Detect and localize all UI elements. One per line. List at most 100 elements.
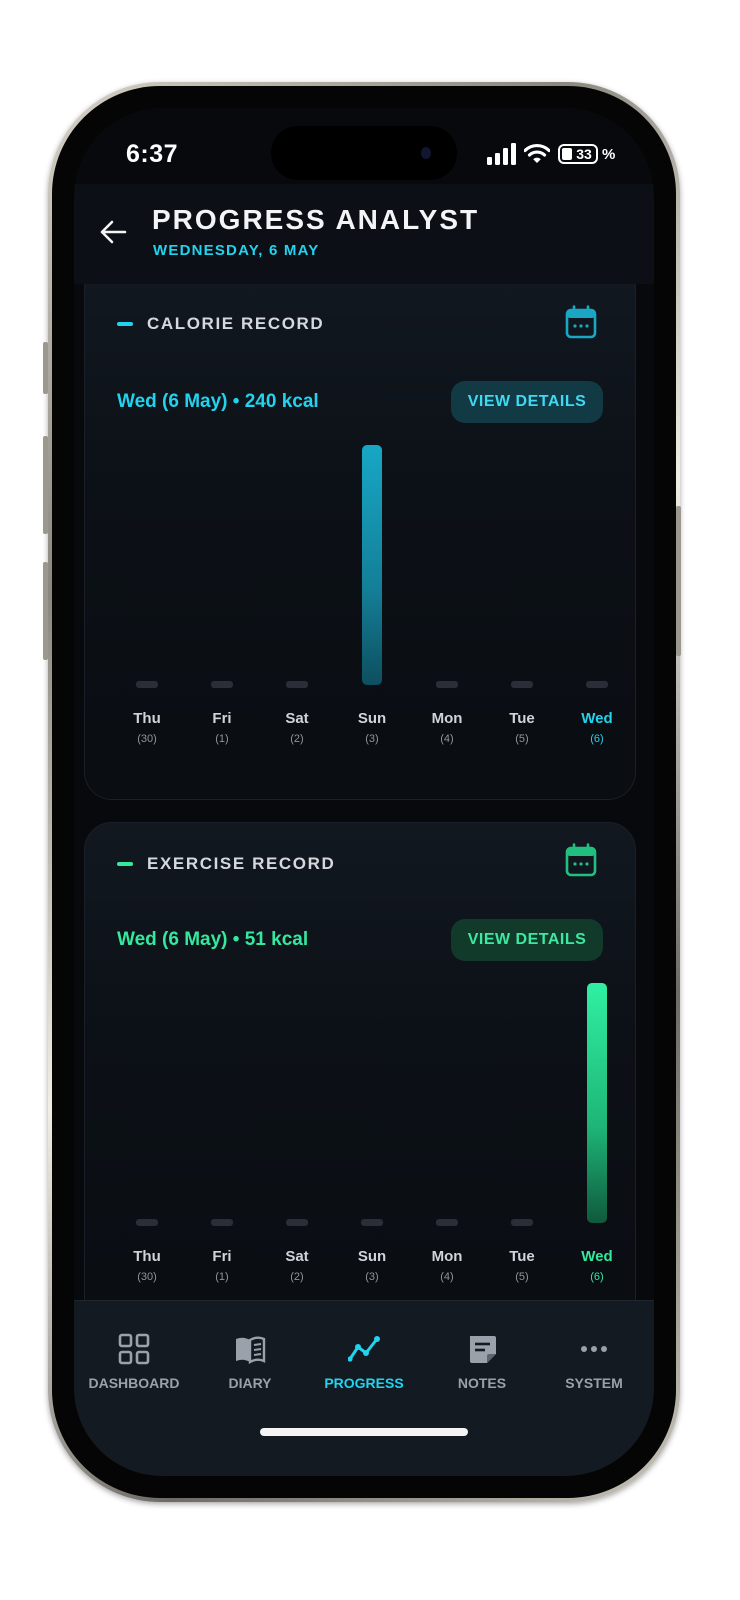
bar-column[interactable]: Wed (6) — [562, 983, 632, 1300]
section-dash — [117, 862, 133, 866]
arrow-left-icon — [100, 220, 127, 244]
exercise-chart: Thu (30) Fri (1) Sat (2) Sun (3) Mon (4) Tue (5) Wed… — [85, 983, 637, 1300]
day-label: Sun — [357, 1248, 387, 1265]
chart-bar-empty — [586, 681, 608, 688]
bar-column[interactable]: Mon (4) — [412, 983, 482, 1300]
dynamic-island — [271, 126, 457, 180]
nav-item-dashboard[interactable]: DASHBOARD — [76, 1325, 192, 1395]
nav-label-dashboard: DASHBOARD — [88, 1375, 180, 1391]
power-button — [676, 506, 681, 656]
signal-icon — [487, 143, 516, 165]
calorie-card: CALORIE RECORD Wed (6 May) • 240 kcal VI… — [84, 284, 636, 800]
nav-item-system[interactable]: SYSTEM — [536, 1325, 652, 1395]
bar-column[interactable]: Sun (3) — [337, 445, 407, 765]
date-label: (3) — [365, 733, 379, 745]
calorie-view-details-button[interactable]: VIEW DETAILS — [451, 381, 603, 423]
chart-bar-empty — [436, 681, 458, 688]
date-label: (30) — [137, 1271, 157, 1283]
date-label: (3) — [365, 1271, 379, 1283]
exercise-card-title: EXERCISE RECORD — [147, 854, 336, 873]
bar-column[interactable]: Wed (6) — [562, 445, 632, 765]
calorie-card-header: CALORIE RECORD — [117, 311, 324, 337]
exercise-card: EXERCISE RECORD Wed (6 May) • 51 kcal VI… — [84, 822, 636, 1300]
nav-label-notes: NOTES — [457, 1375, 507, 1391]
day-label: Fri — [212, 710, 232, 727]
date-label: (6) — [590, 1271, 604, 1283]
bar-column[interactable]: Fri (1) — [187, 445, 257, 765]
chart-bar-empty — [211, 681, 233, 688]
exercise-summary: Wed (6 May) • 51 kcal — [117, 929, 309, 950]
nav-item-progress[interactable]: PROGRESS — [306, 1325, 422, 1395]
battery-icon: 33 — [558, 144, 598, 164]
page-subtitle: WEDNESDAY, 6 MAY — [153, 242, 320, 259]
chart-bar-empty — [511, 681, 533, 688]
bar-column[interactable]: Sun (3) — [337, 983, 407, 1300]
day-label: Sat — [285, 1248, 309, 1265]
status-icons: 33 % — [486, 141, 615, 167]
day-label: Wed — [581, 1248, 613, 1265]
day-label: Sat — [285, 710, 309, 727]
date-label: (30) — [137, 733, 157, 745]
trend-icon — [348, 1336, 380, 1362]
volume-down-button — [43, 562, 48, 660]
day-label: Mon — [431, 710, 463, 727]
date-label: (5) — [515, 733, 529, 745]
bar-column[interactable]: Sat (2) — [262, 445, 332, 765]
note-icon — [470, 1336, 496, 1363]
day-label: Fri — [212, 1248, 232, 1265]
day-label: Mon — [431, 1248, 463, 1265]
date-label: (1) — [215, 733, 229, 745]
home-indicator[interactable] — [260, 1428, 468, 1436]
camera-dot — [421, 147, 431, 159]
book-icon — [236, 1336, 266, 1365]
nav-label-diary: DIARY — [228, 1375, 272, 1391]
status-bar: 6:37 33 % — [74, 108, 654, 184]
date-label: (6) — [590, 733, 604, 745]
calendar-icon[interactable] — [565, 305, 597, 339]
bar-column[interactable]: Thu (30) — [112, 983, 182, 1300]
day-label: Sun — [357, 710, 387, 727]
chart-bar-empty — [511, 1219, 533, 1226]
bar-column[interactable]: Mon (4) — [412, 445, 482, 765]
bar-column[interactable]: Tue (5) — [487, 445, 557, 765]
back-button[interactable] — [94, 213, 132, 251]
exercise-view-details-button[interactable]: VIEW DETAILS — [451, 919, 603, 961]
date-label: (4) — [440, 733, 454, 745]
nav-label-progress: PROGRESS — [324, 1375, 404, 1391]
chart-bar-empty — [211, 1219, 233, 1226]
page-header: PROGRESS ANALYST WEDNESDAY, 6 MAY — [74, 184, 654, 284]
bar-column[interactable]: Tue (5) — [487, 983, 557, 1300]
chart-bar — [587, 983, 607, 1223]
bar-column[interactable]: Sat (2) — [262, 983, 332, 1300]
chart-bar-empty — [136, 681, 158, 688]
bottom-nav: DASHBOARD DIARY PROGRESS NOTES SYSTEM — [74, 1300, 654, 1476]
nav-item-notes[interactable]: NOTES — [424, 1325, 540, 1395]
day-label: Thu — [133, 1248, 161, 1265]
calorie-chart: Thu (30) Fri (1) Sat (2) Sun (3) Mon (4) Tue (5) Wed… — [85, 445, 637, 765]
battery-percent-sign: % — [602, 145, 616, 163]
battery-level — [562, 148, 572, 160]
day-label: Thu — [133, 710, 161, 727]
section-dash — [117, 322, 133, 326]
day-label: Wed — [581, 710, 613, 727]
bar-column[interactable]: Fri (1) — [187, 983, 257, 1300]
battery-value: 33 — [576, 146, 592, 162]
chart-bar-empty — [136, 1219, 158, 1226]
app-screen: 6:37 33 % PROGRESS ANALYST WEDNESDAY, 6 … — [74, 108, 654, 1476]
page-title: PROGRESS ANALYST — [152, 204, 480, 235]
nav-item-diary[interactable]: DIARY — [192, 1325, 308, 1395]
nav-label-system: SYSTEM — [565, 1375, 623, 1391]
action-button — [43, 342, 48, 394]
calendar-icon[interactable] — [565, 843, 597, 877]
bar-column[interactable]: Thu (30) — [112, 445, 182, 765]
calorie-card-title: CALORIE RECORD — [147, 314, 325, 333]
chart-bar-empty — [436, 1219, 458, 1226]
date-label: (5) — [515, 1271, 529, 1283]
day-label: Tue — [509, 710, 535, 727]
exercise-card-header: EXERCISE RECORD — [117, 851, 335, 877]
chart-bar-empty — [286, 681, 308, 688]
chart-bar — [362, 445, 382, 685]
chart-bar-empty — [361, 1219, 383, 1226]
content-scroll[interactable]: CALORIE RECORD Wed (6 May) • 240 kcal VI… — [74, 284, 654, 1300]
day-label: Tue — [509, 1248, 535, 1265]
